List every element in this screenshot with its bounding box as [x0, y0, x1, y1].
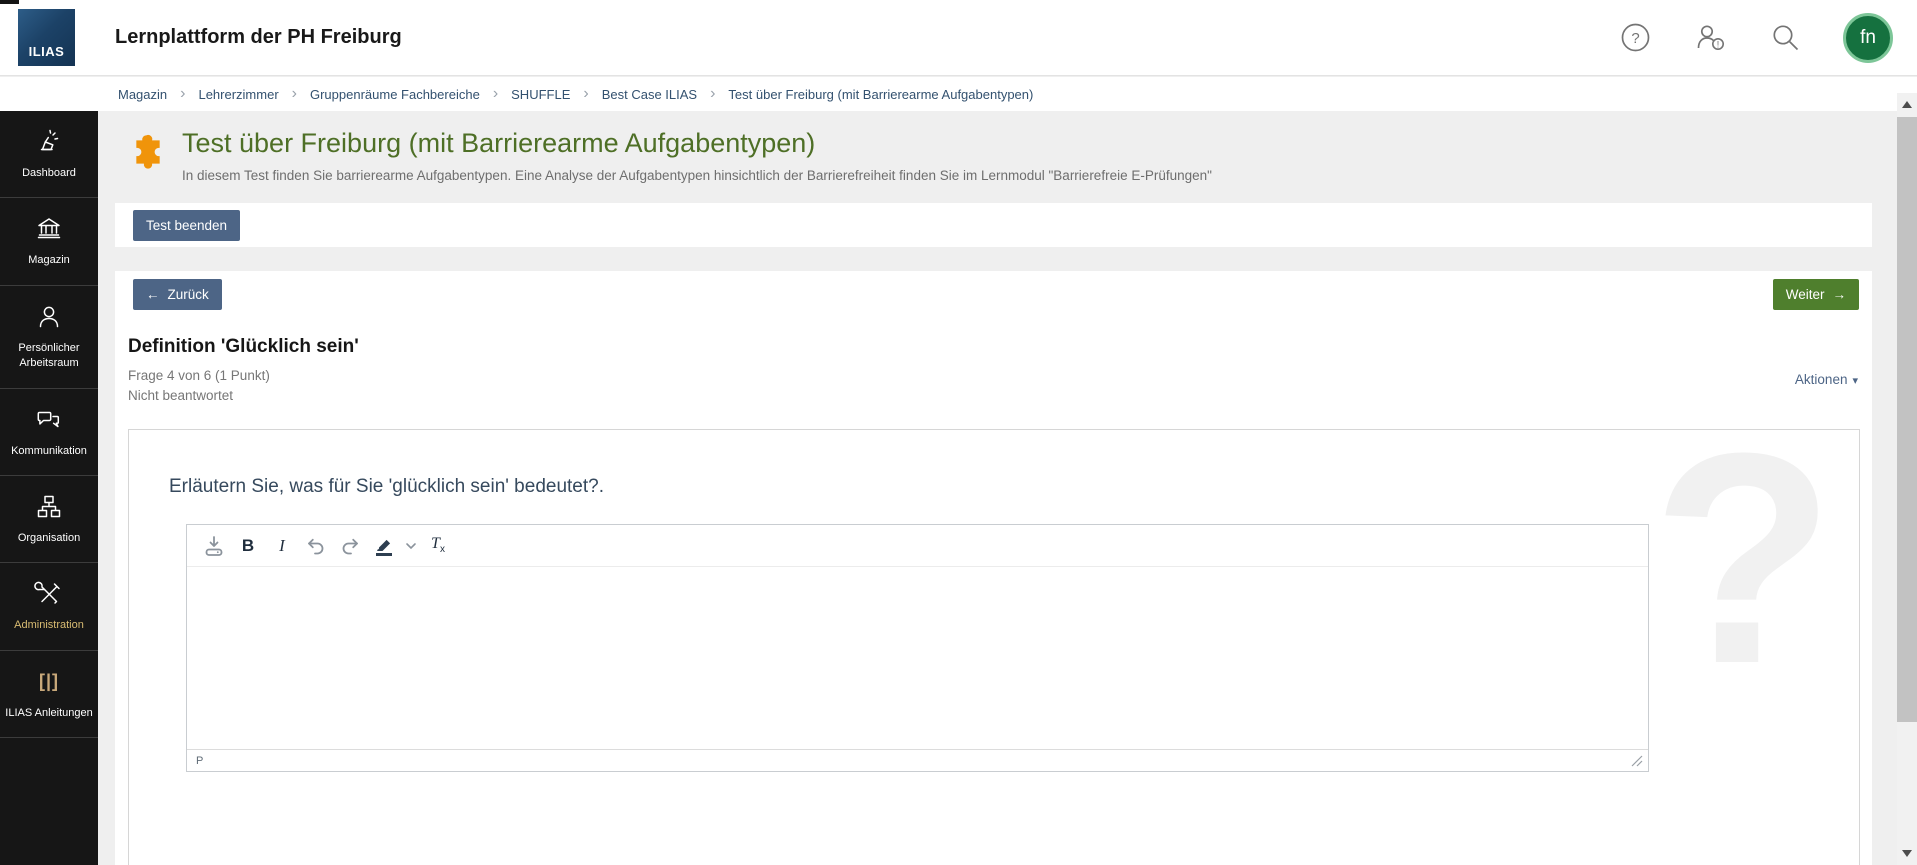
bold-button[interactable]: B	[233, 531, 263, 561]
help-icon[interactable]: ?	[1620, 22, 1651, 53]
redo-icon[interactable]	[335, 531, 365, 561]
breadcrumb-item-lehrerzimmer[interactable]: Lehrerzimmer	[198, 87, 278, 102]
object-title-section: Test über Freiburg (mit Barrierearme Auf…	[115, 128, 1872, 183]
main-content: Test über Freiburg (mit Barrierearme Auf…	[98, 111, 1917, 865]
paragraph-indicator: P	[196, 754, 204, 767]
vertical-scrollbar	[1897, 93, 1917, 865]
communication-icon	[34, 405, 64, 435]
ilias-logo[interactable]: ILIAS	[18, 9, 75, 66]
question-header: Definition 'Glücklich sein' Frage 4 von …	[115, 336, 1872, 403]
ilias-logo-label: ILIAS	[28, 44, 65, 59]
sidebar-label: ILIAS Anleitungen	[5, 706, 93, 719]
sidebar-item-dashboard[interactable]: Dashboard	[0, 111, 98, 199]
breadcrumb-item-current-test[interactable]: Test über Freiburg (mit Barrierearme Auf…	[728, 87, 1033, 102]
breadcrumb-separator-icon: ›	[180, 85, 186, 102]
scroll-down-arrow[interactable]	[1902, 850, 1912, 857]
sidebar-filler	[0, 738, 98, 865]
test-toolbar: Test beenden	[115, 203, 1872, 247]
question-section: ← Zurück Weiter → Definition 'Glücklich …	[115, 271, 1872, 865]
question-status: Nicht beantwortet	[128, 388, 234, 403]
app-title: Lernplattform der PH Freiburg	[115, 26, 402, 48]
actions-dropdown[interactable]: Aktionen ▾	[1795, 372, 1858, 387]
editor-status-bar: P	[187, 749, 1648, 771]
avatar-initials: fn	[1860, 26, 1876, 48]
manual-brackets-icon: [|]	[38, 671, 60, 692]
sidebar-label: Persönlicher Arbeitsraum	[18, 341, 80, 370]
caret-down-icon: ▾	[1852, 375, 1858, 387]
breadcrumb-item-shuffle[interactable]: SHUFFLE	[511, 87, 570, 102]
main-header: ILIAS Lernplattform der PH Freiburg ? !	[0, 0, 1917, 76]
who-is-online-icon[interactable]: !	[1693, 22, 1728, 53]
page-title: Test über Freiburg (mit Barrierearme Auf…	[182, 128, 816, 158]
breadcrumb-separator-icon: ›	[291, 85, 297, 102]
breadcrumb-separator-icon: ›	[710, 85, 716, 102]
user-avatar[interactable]: fn	[1843, 12, 1893, 63]
help-question-glyph: ?	[1631, 30, 1639, 47]
search-icon[interactable]	[1770, 22, 1801, 53]
back-arrow-icon: ←	[146, 287, 160, 302]
administration-icon	[34, 579, 64, 609]
undo-icon[interactable]	[301, 531, 331, 561]
italic-button[interactable]: I	[267, 531, 297, 561]
organisation-icon	[34, 492, 64, 522]
sidebar-item-organisation[interactable]: Organisation	[0, 476, 98, 564]
editor-toolbar: B I Tx	[187, 525, 1648, 567]
sidebar-item-kommunikation[interactable]: Kommunikation	[0, 389, 98, 476]
previous-question-button[interactable]: ← Zurück	[133, 279, 222, 310]
online-badge-glyph: !	[1717, 40, 1720, 50]
sidebar-item-administration[interactable]: Administration	[0, 563, 98, 651]
breadcrumb-item-gruppenraeume[interactable]: Gruppenräume Fachbereiche	[310, 87, 480, 102]
sidebar-label: Administration	[14, 619, 84, 632]
top-left-bar	[0, 0, 19, 4]
sidebar-label: Magazin	[28, 254, 70, 267]
sidebar-label: Kommunikation	[11, 444, 87, 457]
main-sidebar: Dashboard Magazin Persönlicher Arbeitsra…	[0, 111, 98, 865]
editor-content-area[interactable]	[187, 567, 1648, 749]
breadcrumb-item-magazin[interactable]: Magazin	[118, 87, 167, 102]
clear-format-icon[interactable]: Tx	[423, 531, 453, 561]
sidebar-label: Dashboard	[22, 167, 76, 179]
question-card: ? Erläutern Sie, was für Sie 'glücklich …	[128, 429, 1860, 865]
repository-icon	[34, 214, 64, 244]
breadcrumb: Magazin › Lehrerzimmer › Gruppenräume Fa…	[0, 77, 1917, 111]
next-question-button[interactable]: Weiter →	[1772, 279, 1859, 310]
page-description: In diesem Test finden Sie barrierearme A…	[182, 168, 1212, 183]
rich-text-editor: B I Tx P	[186, 524, 1649, 772]
scrollbar-thumb[interactable]	[1897, 117, 1917, 722]
question-nav-row: ← Zurück Weiter →	[115, 279, 1872, 310]
header-icon-group: ? ! fn	[1620, 12, 1893, 63]
dashboard-icon	[34, 127, 64, 157]
highlight-dropdown-icon[interactable]	[403, 531, 419, 561]
sidebar-item-persoenlicher-arbeitsraum[interactable]: Persönlicher Arbeitsraum	[0, 286, 98, 389]
end-test-button[interactable]: Test beenden	[133, 209, 241, 241]
question-watermark: ?	[1651, 429, 1835, 726]
highlight-icon[interactable]	[369, 531, 399, 561]
scroll-up-arrow[interactable]	[1902, 101, 1912, 108]
test-puzzle-icon	[128, 132, 168, 172]
sidebar-label: Organisation	[17, 531, 81, 544]
breadcrumb-item-best-case[interactable]: Best Case ILIAS	[602, 87, 697, 102]
question-title: Definition 'Glücklich sein'	[128, 336, 359, 357]
personal-workspace-icon	[34, 302, 64, 332]
sidebar-item-magazin[interactable]: Magazin	[0, 198, 98, 286]
sidebar-item-ilias-anleitungen[interactable]: [|] ILIAS Anleitungen	[0, 651, 98, 739]
page-layout: Dashboard Magazin Persönlicher Arbeitsra…	[0, 111, 1917, 865]
editor-resize-handle[interactable]	[1631, 755, 1643, 767]
save-icon[interactable]	[199, 531, 229, 561]
breadcrumb-separator-icon: ›	[492, 85, 499, 102]
question-prompt: Erläutern Sie, was für Sie 'glücklich se…	[169, 476, 604, 497]
question-progress: Frage 4 von 6 (1 Punkt)	[128, 368, 270, 383]
next-arrow-icon: →	[1832, 287, 1847, 302]
breadcrumb-separator-icon: ›	[583, 85, 589, 102]
